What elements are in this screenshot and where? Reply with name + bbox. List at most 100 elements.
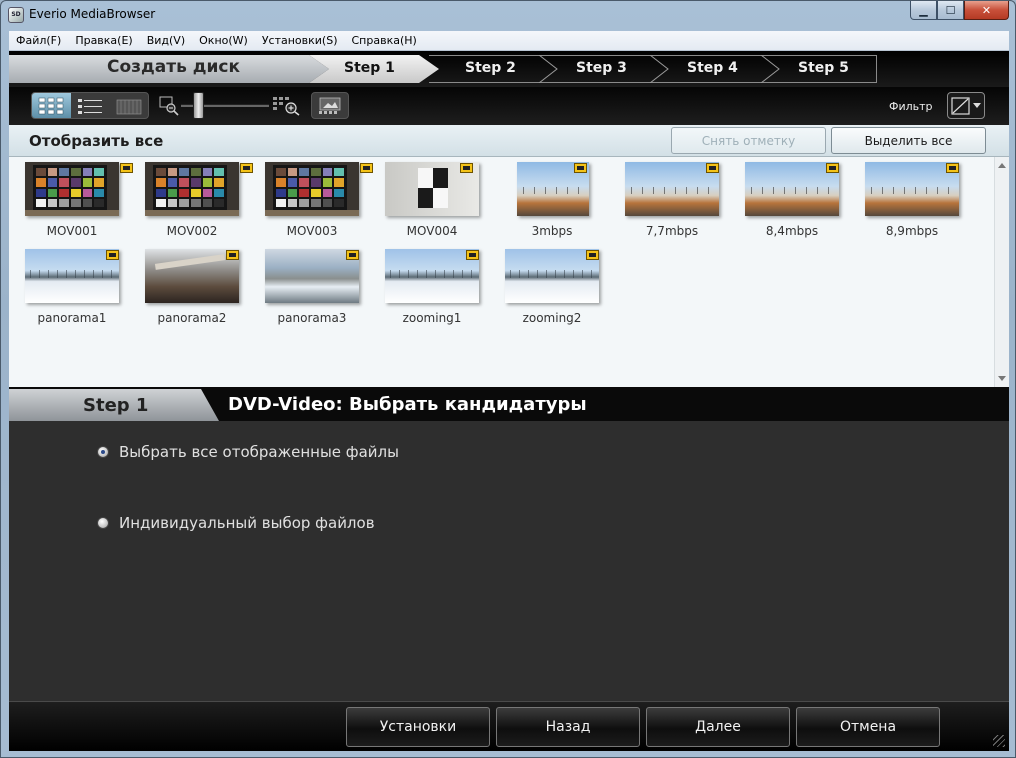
video-file-icon	[826, 163, 839, 173]
thumbnail-label: 8,4mbps	[765, 224, 819, 238]
thumbnail-item[interactable]: zooming2	[497, 249, 607, 329]
video-file-icon	[574, 163, 587, 173]
app-window: SD Everio MediaBrowser ▁ ☐ ✕ Файл(F) Пра…	[0, 0, 1016, 758]
thumbnail-item[interactable]: panorama1	[17, 249, 127, 329]
thumbnail-item[interactable]: MOV001	[17, 162, 133, 242]
thumbnail-item[interactable]: MOV004	[377, 162, 487, 242]
create-disc-title: Создать диск	[107, 57, 241, 77]
option-label: Выбрать все отображенные файлы	[119, 443, 399, 461]
thumbnail-item[interactable]: 7,7mbps	[617, 162, 727, 242]
thumbnail-item[interactable]: panorama2	[137, 249, 247, 329]
menu-window[interactable]: Окно(W)	[192, 34, 255, 47]
radio-selected-icon[interactable]	[97, 446, 109, 458]
thumbnail-grid: MOV001 MOV002 MOV003 MOV004 3mbps 7,7mbp…	[9, 157, 994, 387]
thumbnail-item[interactable]: zooming1	[377, 249, 487, 329]
app-icon: SD	[8, 7, 24, 23]
video-file-icon	[360, 163, 373, 173]
thumbnail-label: panorama2	[157, 311, 227, 325]
resize-grip-icon[interactable]	[993, 735, 1005, 747]
unmark-button[interactable]: Снять отметку	[671, 127, 826, 154]
thumbnail-item[interactable]: 3mbps	[497, 162, 607, 242]
thumbnail-label: zooming2	[522, 311, 582, 325]
zoom-slider-thumb[interactable]	[193, 92, 204, 119]
calendar-view-button[interactable]	[109, 93, 148, 118]
selection-header: Отобразить все Снять отметку Выделить вс…	[9, 125, 1009, 157]
menu-help[interactable]: Справка(H)	[345, 34, 424, 47]
thumbnail-image	[145, 162, 239, 216]
settings-button[interactable]: Установки	[346, 707, 490, 747]
thumbnail-label: panorama3	[277, 311, 347, 325]
thumbnail-image	[25, 249, 119, 303]
radio-unselected-icon[interactable]	[97, 517, 109, 529]
step-chevron	[650, 55, 670, 83]
menu-view[interactable]: Вид(V)	[140, 34, 192, 47]
thumbnail-image	[145, 249, 239, 303]
video-file-icon	[706, 163, 719, 173]
thumbnail-label: zooming1	[402, 311, 462, 325]
step-2-label: Step 2	[465, 60, 516, 76]
thumbnail-image	[865, 162, 959, 216]
thumbnail-image	[505, 249, 599, 303]
maximize-button[interactable]: ☐	[937, 1, 964, 20]
step-bar: Создать диск Step 1 Step 2 Step 3 Step 4…	[9, 51, 1009, 87]
list-view-button[interactable]	[71, 93, 110, 118]
option-select-all-files[interactable]: Выбрать все отображенные файлы	[97, 443, 399, 461]
thumbnail-item[interactable]: MOV002	[137, 162, 253, 242]
thumbnail-item[interactable]: 8,4mbps	[737, 162, 847, 242]
grid-view-button[interactable]	[32, 93, 71, 118]
next-button[interactable]: Далее	[646, 707, 790, 747]
option-individual-files[interactable]: Индивидуальный выбор файлов	[97, 514, 375, 532]
video-file-icon	[240, 163, 253, 173]
thumbnail-image	[625, 162, 719, 216]
thumbnail-image	[25, 162, 119, 216]
thumbnail-item[interactable]: 8,9mbps	[857, 162, 967, 242]
thumbnail-label: MOV004	[406, 224, 458, 238]
video-file-icon	[460, 163, 473, 173]
video-file-icon	[226, 250, 239, 260]
video-file-icon	[586, 250, 599, 260]
slideshow-button[interactable]	[311, 92, 349, 119]
step-3-label: Step 3	[576, 60, 627, 76]
footer-bar: Установки Назад Далее Отмена	[9, 701, 1009, 751]
scroll-down-icon[interactable]	[998, 376, 1006, 381]
menu-settings[interactable]: Установки(S)	[255, 34, 345, 47]
video-file-icon	[120, 163, 133, 173]
slideshow-icon	[319, 97, 341, 114]
thumbnail-image	[265, 249, 359, 303]
zoom-in-icon	[273, 97, 300, 116]
thumbnail-label: MOV001	[46, 224, 98, 238]
app-body: Создать диск Step 1 Step 2 Step 3 Step 4…	[9, 51, 1009, 751]
step-panel-title: DVD-Video: Выбрать кандидатуры	[228, 394, 587, 415]
list-view-icon	[78, 98, 102, 114]
minimize-button[interactable]: ▁	[910, 1, 937, 20]
menu-edit[interactable]: Правка(E)	[68, 34, 139, 47]
thumbnail-scrollbar[interactable]	[994, 157, 1009, 387]
thumbnail-item[interactable]: panorama3	[257, 249, 367, 329]
show-all-label: Отобразить все	[29, 132, 164, 150]
filter-dropdown[interactable]	[947, 92, 985, 119]
grid-view-icon	[39, 97, 64, 114]
maximize-icon: ☐	[945, 3, 956, 17]
menu-file[interactable]: Файл(F)	[9, 34, 68, 47]
thumbnail-item[interactable]: MOV003	[257, 162, 373, 242]
filter-label: Фильтр	[889, 100, 933, 113]
video-file-icon	[946, 163, 959, 173]
title-bar[interactable]: SD Everio MediaBrowser ▁ ☐ ✕	[1, 1, 1015, 31]
chevron-down-icon	[973, 102, 981, 108]
back-button[interactable]: Назад	[496, 707, 640, 747]
cancel-button[interactable]: Отмена	[796, 707, 940, 747]
scroll-up-icon[interactable]	[998, 163, 1006, 168]
video-file-icon	[346, 250, 359, 260]
close-button[interactable]: ✕	[964, 1, 1009, 20]
zoom-out-button[interactable]	[159, 96, 179, 120]
thumbnail-image	[385, 249, 479, 303]
view-mode-group	[31, 92, 149, 119]
thumbnail-label: 7,7mbps	[645, 224, 699, 238]
thumbnail-label: MOV002	[166, 224, 218, 238]
thumbnail-label: panorama1	[37, 311, 107, 325]
zoom-out-icon	[159, 96, 179, 116]
select-all-button[interactable]: Выделить все	[831, 127, 986, 154]
step-4-label: Step 4	[687, 60, 738, 76]
zoom-in-button[interactable]	[272, 96, 302, 120]
close-icon: ✕	[981, 3, 992, 17]
